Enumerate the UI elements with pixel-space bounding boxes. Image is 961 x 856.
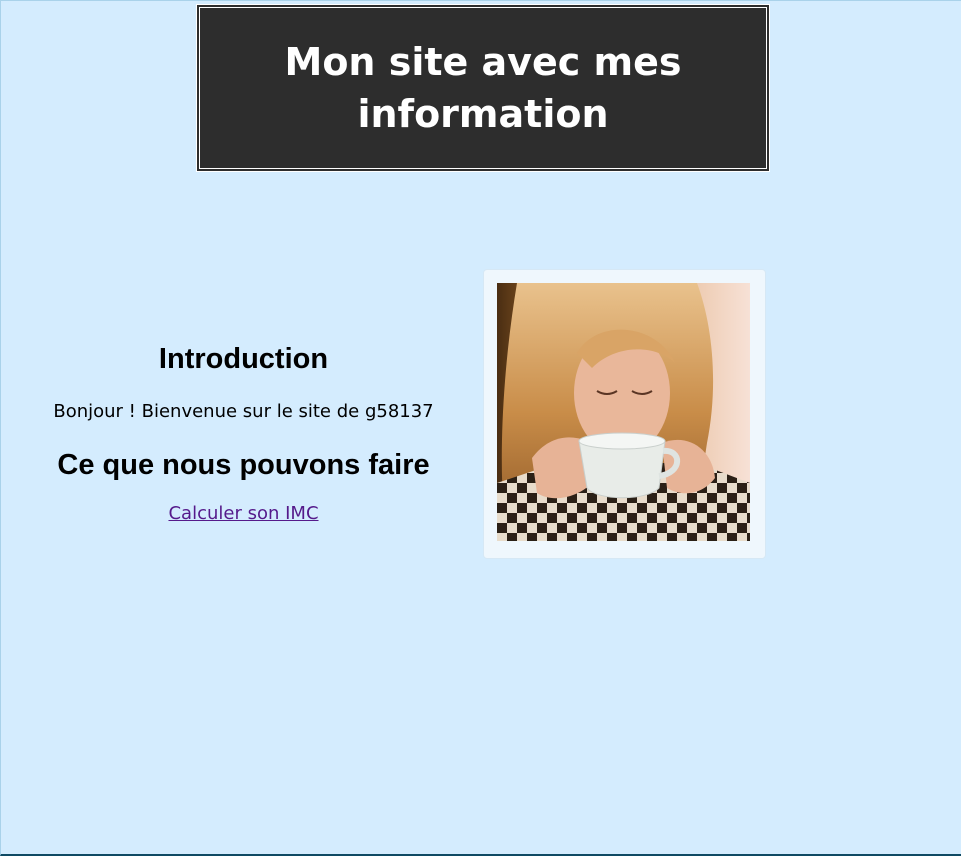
site-title: Mon site avec mes information bbox=[284, 40, 682, 136]
photo-frame bbox=[483, 269, 766, 559]
intro-heading: Introduction bbox=[158, 343, 329, 375]
site-header: Mon site avec mes information bbox=[196, 4, 770, 172]
intro-text: Bonjour ! Bienvenue sur le site de g5813… bbox=[53, 401, 434, 422]
intro-section: Introduction Bonjour ! Bienvenue sur le … bbox=[31, 336, 456, 529]
services-heading: Ce que nous pouvons faire bbox=[57, 449, 430, 481]
imc-link[interactable]: Calculer son IMC bbox=[168, 503, 318, 524]
imc-link-wrap: Calculer son IMC bbox=[31, 499, 456, 529]
photo-illustration bbox=[497, 283, 750, 541]
woman-drinking-coffee-image bbox=[497, 283, 750, 541]
